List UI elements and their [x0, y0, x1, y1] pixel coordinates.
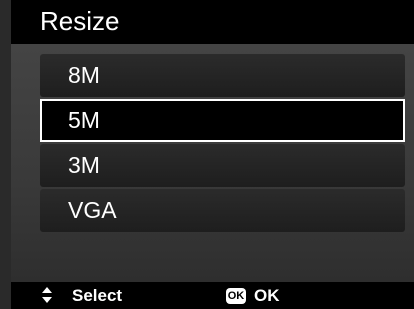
- title-bar: Resize: [11, 0, 414, 44]
- button-hint-bar: Select OK OK: [11, 282, 414, 309]
- option-label: 5M: [68, 107, 100, 133]
- option-label: VGA: [68, 197, 117, 223]
- option-label: 8M: [68, 62, 100, 88]
- camera-menu-screen: Resize 8M 5M 3M VGA Select OK OK: [0, 0, 414, 309]
- resize-options-panel: 8M 5M 3M VGA: [11, 44, 414, 282]
- ok-hint: OK OK: [226, 285, 280, 307]
- option-vga[interactable]: VGA: [40, 189, 405, 232]
- select-label: Select: [72, 286, 123, 305]
- page-title: Resize: [40, 6, 120, 36]
- option-3m[interactable]: 3M: [40, 144, 405, 187]
- up-down-arrows-icon: [42, 287, 52, 303]
- option-8m[interactable]: 8M: [40, 54, 405, 97]
- ok-label: OK: [254, 286, 280, 305]
- option-5m[interactable]: 5M: [40, 99, 405, 142]
- ok-button-icon: OK: [226, 288, 246, 304]
- select-hint: Select: [40, 285, 122, 307]
- option-label: 3M: [68, 152, 100, 178]
